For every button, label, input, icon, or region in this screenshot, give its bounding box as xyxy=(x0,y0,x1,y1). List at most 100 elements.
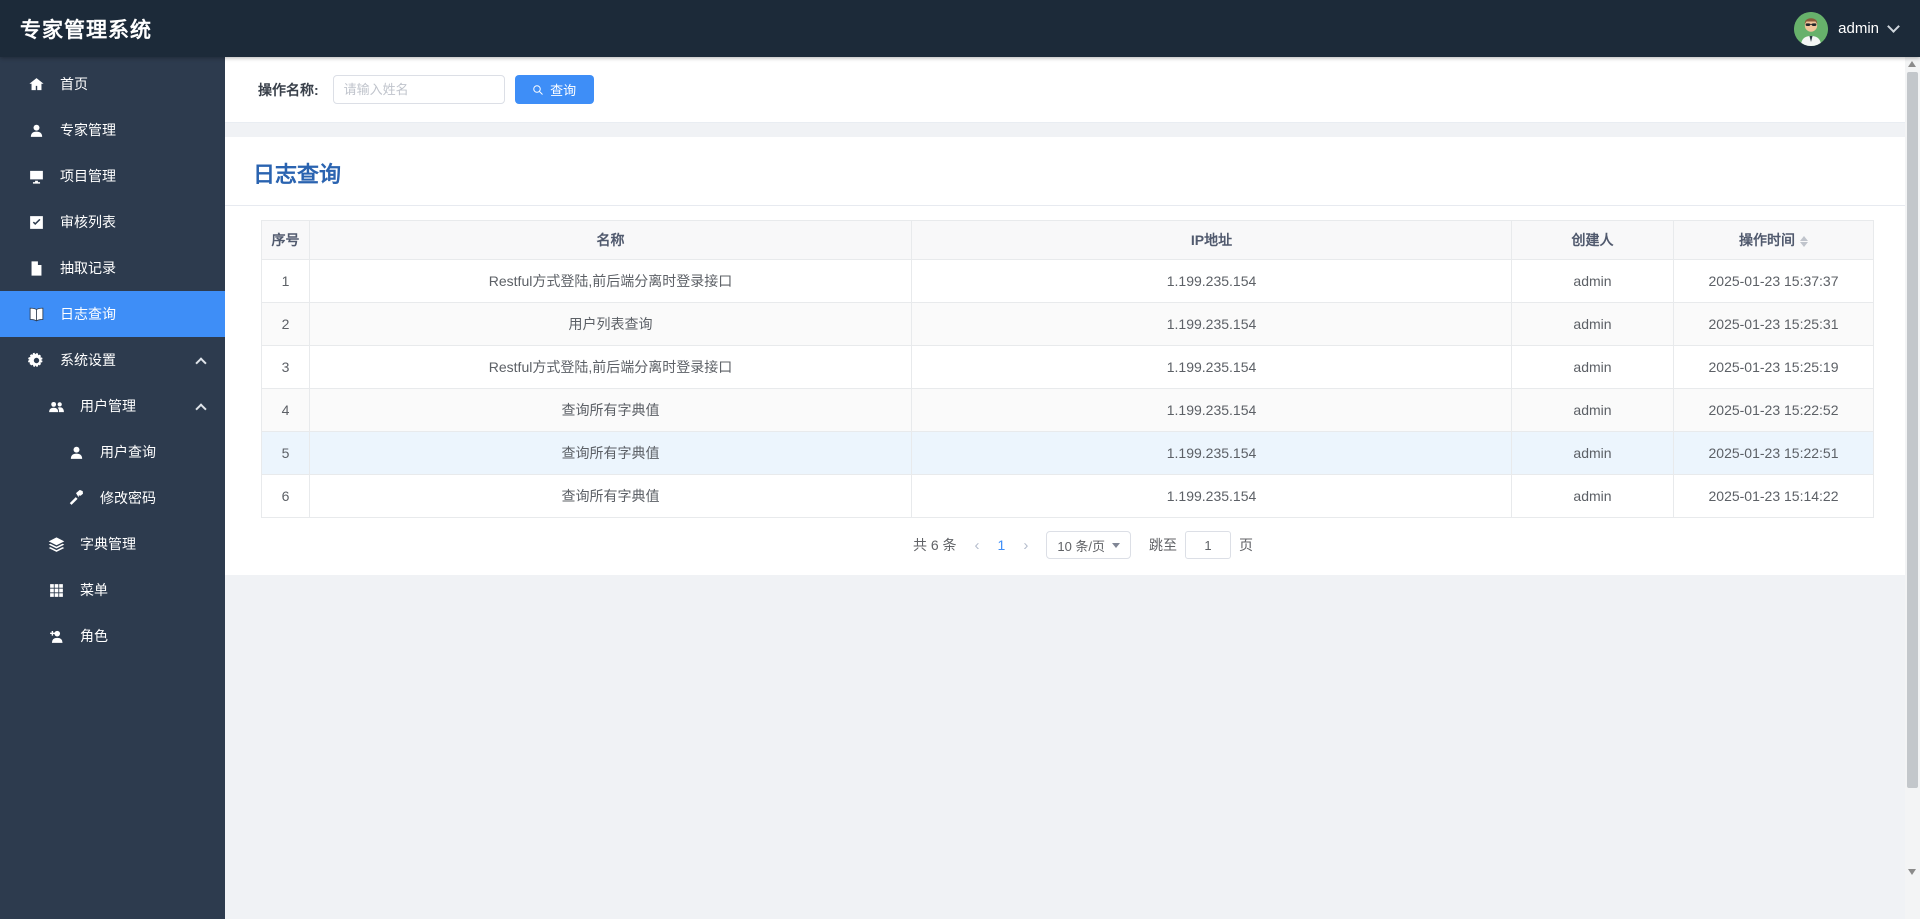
sidebar-item-menu[interactable]: 菜单 xyxy=(0,567,225,613)
grid-icon xyxy=(47,581,65,599)
cell-name: 查询所有字典值 xyxy=(309,474,912,518)
sidebar-item-experts[interactable]: 专家管理 xyxy=(0,107,225,153)
sidebar-item-user-query[interactable]: 用户查询 xyxy=(0,429,225,475)
sidebar-item-roles[interactable]: 角色 xyxy=(0,613,225,659)
scrollbar-thumb[interactable] xyxy=(1907,72,1918,788)
cell-name: 查询所有字典值 xyxy=(309,388,912,432)
cell-time: 2025-01-23 15:22:52 xyxy=(1673,388,1874,432)
app-title: 专家管理系统 xyxy=(20,18,152,42)
search-field-label: 操作名称: xyxy=(258,81,319,98)
sidebar-item-dictionary-management[interactable]: 字典管理 xyxy=(0,521,225,567)
cell-no: 6 xyxy=(261,474,310,518)
chevron-down-icon xyxy=(1112,542,1121,548)
layers-icon xyxy=(47,535,65,553)
sidebar-item-user-management[interactable]: 用户管理 xyxy=(0,383,225,429)
cell-no: 2 xyxy=(261,302,310,346)
cell-ip: 1.199.235.154 xyxy=(911,431,1512,475)
username-label[interactable]: admin xyxy=(1838,20,1879,37)
sidebar-item-label: 审核列表 xyxy=(60,214,116,230)
sidebar-item-extraction-records[interactable]: 抽取记录 xyxy=(0,245,225,291)
prev-page-button[interactable]: ‹ xyxy=(969,537,986,554)
user-icon xyxy=(67,443,85,461)
sidebar-item-label: 项目管理 xyxy=(60,168,116,184)
sidebar-item-review-list[interactable]: 审核列表 xyxy=(0,199,225,245)
user-plus-icon xyxy=(47,627,65,645)
sidebar-item-label: 日志查询 xyxy=(60,306,116,322)
column-header-creator: 创建人 xyxy=(1511,220,1674,260)
pagination-total: 共 6 条 xyxy=(912,537,957,553)
cell-ip: 1.199.235.154 xyxy=(911,474,1512,518)
cell-time: 2025-01-23 15:22:51 xyxy=(1673,431,1874,475)
sidebar-item-log-query[interactable]: 日志查询 xyxy=(0,291,225,337)
table-row[interactable]: 1 Restful方式登陆,前后端分离时登录接口 1.199.235.154 a… xyxy=(261,259,1874,303)
sidebar-item-label: 用户查询 xyxy=(100,444,156,460)
cell-no: 1 xyxy=(261,259,310,303)
sidebar-item-label: 字典管理 xyxy=(80,536,136,552)
cell-name: 用户列表查询 xyxy=(309,302,912,346)
chevron-up-icon xyxy=(195,403,207,415)
sidebar-item-home[interactable]: 首页 xyxy=(0,61,225,107)
cell-time: 2025-01-23 15:14:22 xyxy=(1673,474,1874,518)
table-row[interactable]: 6 查询所有字典值 1.199.235.154 admin 2025-01-23… xyxy=(261,474,1874,518)
sidebar-item-label: 用户管理 xyxy=(80,398,136,414)
cell-ip: 1.199.235.154 xyxy=(911,259,1512,303)
jump-label: 跳至 xyxy=(1149,537,1178,553)
search-button[interactable]: 查询 xyxy=(514,75,594,104)
hammer-icon xyxy=(67,489,85,507)
cell-time: 2025-01-23 15:37:37 xyxy=(1673,259,1874,303)
cell-ip: 1.199.235.154 xyxy=(911,345,1512,389)
page-size-select[interactable]: 10 条/页 xyxy=(1046,531,1132,559)
user-menu[interactable]: admin xyxy=(1794,0,1900,57)
search-icon xyxy=(533,84,544,95)
sidebar-item-label: 系统设置 xyxy=(60,352,116,368)
scroll-up-arrow-icon[interactable] xyxy=(1908,61,1916,67)
chevron-up-icon xyxy=(195,357,207,369)
sidebar-item-system-settings[interactable]: 系统设置 xyxy=(0,337,225,383)
column-header-name: 名称 xyxy=(309,220,912,260)
cell-name: Restful方式登陆,前后端分离时登录接口 xyxy=(309,259,912,303)
main-content: 操作名称: 查询 日志查询 序号 名称 IP地址 xyxy=(225,57,1920,919)
next-page-button[interactable]: › xyxy=(1017,537,1034,554)
search-input[interactable] xyxy=(332,75,505,104)
log-table-container: 序号 名称 IP地址 创建人 操作时间 1 Restful方式登陆,前后端分离时… xyxy=(261,220,1905,559)
cell-creator: admin xyxy=(1511,302,1674,346)
sidebar-item-change-password[interactable]: 修改密码 xyxy=(0,475,225,521)
table-row[interactable]: 3 Restful方式登陆,前后端分离时登录接口 1.199.235.154 a… xyxy=(261,345,1874,389)
user-avatar[interactable] xyxy=(1794,11,1829,46)
column-header-ip: IP地址 xyxy=(911,220,1512,260)
pagination: 共 6 条 ‹ 1 › 10 条/页 跳至 页 xyxy=(261,531,1905,559)
cell-name: 查询所有字典值 xyxy=(309,431,912,475)
cell-no: 5 xyxy=(261,431,310,475)
panel-header: 日志查询 xyxy=(225,137,1920,206)
table-header-row: 序号 名称 IP地址 创建人 操作时间 xyxy=(261,220,1874,260)
table-row-hovered[interactable]: 5 查询所有字典值 1.199.235.154 admin 2025-01-23… xyxy=(261,431,1874,475)
cell-ip: 1.199.235.154 xyxy=(911,388,1512,432)
vertical-scrollbar[interactable] xyxy=(1905,57,1920,919)
sidebar-item-projects[interactable]: 项目管理 xyxy=(0,153,225,199)
chevron-down-icon xyxy=(1887,20,1900,33)
cell-creator: admin xyxy=(1511,388,1674,432)
sidebar-item-label: 专家管理 xyxy=(60,122,116,138)
page-number-1[interactable]: 1 xyxy=(992,537,1012,553)
table-row[interactable]: 2 用户列表查询 1.199.235.154 admin 2025-01-23 … xyxy=(261,302,1874,346)
scroll-down-arrow-icon[interactable] xyxy=(1908,869,1916,875)
table-row[interactable]: 4 查询所有字典值 1.199.235.154 admin 2025-01-23… xyxy=(261,388,1874,432)
top-navbar: 专家管理系统 admin xyxy=(0,0,1920,57)
sort-icon[interactable] xyxy=(1800,235,1808,247)
column-header-time[interactable]: 操作时间 xyxy=(1673,220,1874,260)
sidebar-item-label: 抽取记录 xyxy=(60,260,116,276)
check-square-icon xyxy=(27,213,45,231)
log-table: 序号 名称 IP地址 创建人 操作时间 1 Restful方式登陆,前后端分离时… xyxy=(261,220,1874,518)
sidebar: 首页 专家管理 项目管理 审核列表 抽取记录 日志查询 系统设置 用户管理 用户… xyxy=(0,57,225,919)
search-bar: 操作名称: 查询 xyxy=(225,57,1920,123)
gear-icon xyxy=(27,351,45,369)
sidebar-item-label: 菜单 xyxy=(80,582,108,598)
cell-ip: 1.199.235.154 xyxy=(911,302,1512,346)
cell-creator: admin xyxy=(1511,345,1674,389)
sidebar-item-label: 角色 xyxy=(80,628,108,644)
users-icon xyxy=(47,397,65,415)
jump-page-input[interactable] xyxy=(1185,531,1232,559)
cell-creator: admin xyxy=(1511,259,1674,303)
cell-time: 2025-01-23 15:25:19 xyxy=(1673,345,1874,389)
sidebar-item-label: 首页 xyxy=(60,76,88,92)
